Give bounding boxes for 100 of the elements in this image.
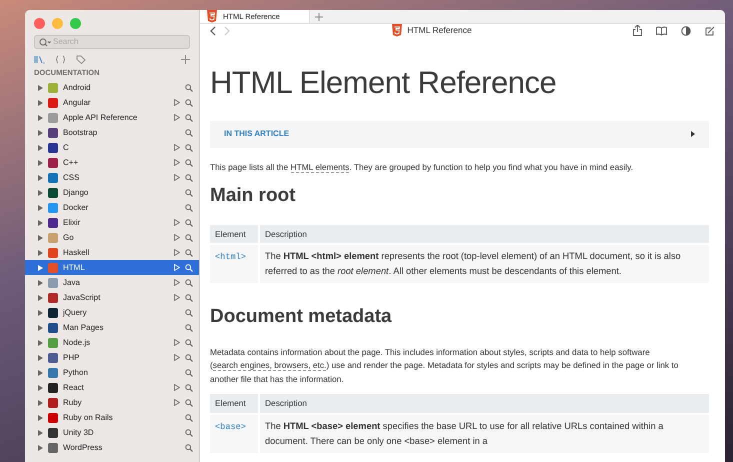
search-icon[interactable] [185, 428, 193, 437]
search-icon[interactable] [185, 444, 193, 452]
search-icon[interactable] [185, 98, 193, 107]
new-tab-icon[interactable] [315, 12, 323, 20]
play-icon[interactable] [174, 399, 180, 406]
search-icon[interactable] [185, 338, 193, 347]
tag-icon[interactable] [76, 55, 86, 64]
search-icon[interactable] [185, 204, 193, 212]
play-icon[interactable] [174, 219, 180, 226]
search-icon[interactable] [185, 294, 193, 302]
search-icon[interactable] [185, 84, 193, 92]
play-icon[interactable] [174, 279, 180, 286]
search-icon[interactable] [185, 398, 193, 407]
search-icon[interactable] [185, 354, 193, 362]
search-icon[interactable] [185, 234, 193, 242]
search-icon[interactable] [185, 128, 193, 137]
text-link[interactable]: search engines, browsers, etc. [212, 360, 326, 372]
expand-triangle-icon[interactable] [38, 264, 43, 271]
docset-item[interactable]: Man Pages [25, 320, 199, 336]
edit-icon[interactable] [705, 26, 715, 36]
expand-triangle-icon[interactable] [38, 400, 43, 406]
expand-triangle-icon[interactable] [38, 280, 43, 286]
play-icon[interactable] [174, 354, 180, 362]
contrast-icon[interactable] [681, 26, 691, 36]
text-link[interactable]: HTML elements [290, 162, 350, 172]
search-icon[interactable] [185, 384, 193, 392]
expand-triangle-icon[interactable] [38, 444, 43, 451]
play-icon[interactable] [174, 384, 180, 392]
expand-triangle-icon[interactable] [38, 384, 43, 391]
play-icon[interactable] [174, 174, 180, 182]
expand-triangle-icon[interactable] [38, 310, 43, 316]
search-icon[interactable] [185, 174, 193, 182]
play-icon[interactable] [174, 99, 180, 106]
play-icon[interactable] [174, 339, 180, 346]
docset-item[interactable]: Go [25, 230, 199, 246]
search-icon[interactable] [185, 188, 193, 197]
add-icon[interactable] [181, 55, 190, 64]
search-icon[interactable] [185, 114, 193, 122]
docset-item[interactable]: C++ [25, 155, 199, 170]
play-icon[interactable] [174, 249, 180, 256]
docset-item[interactable]: Haskell [25, 245, 199, 260]
play-icon[interactable] [174, 294, 180, 302]
search-icon[interactable] [185, 144, 193, 152]
close-button[interactable] [34, 18, 45, 29]
expand-triangle-icon[interactable] [38, 114, 43, 121]
docset-item[interactable]: PHP [25, 350, 199, 366]
expand-triangle-icon[interactable] [38, 130, 43, 136]
library-icon[interactable] [34, 55, 45, 64]
book-icon[interactable] [656, 26, 667, 36]
search-icon[interactable] [185, 158, 193, 167]
docset-item[interactable]: HTML [25, 260, 199, 276]
expand-triangle-icon[interactable] [38, 204, 43, 211]
docset-item[interactable]: JavaScript [25, 290, 199, 306]
expand-triangle-icon[interactable] [38, 294, 43, 301]
docset-item[interactable]: WordPress [25, 440, 199, 456]
expand-triangle-icon[interactable] [38, 324, 43, 331]
expand-triangle-icon[interactable] [38, 234, 43, 241]
expand-triangle-icon[interactable] [38, 174, 43, 181]
expand-triangle-icon[interactable] [38, 84, 43, 91]
docset-item[interactable]: C [25, 140, 199, 156]
expand-triangle-icon[interactable] [38, 370, 43, 376]
expand-triangle-icon[interactable] [38, 354, 43, 361]
braces-icon[interactable] [55, 55, 66, 64]
search-icon[interactable] [185, 324, 193, 332]
docset-item[interactable]: Bootstrap [25, 125, 199, 140]
docset-item[interactable]: Elixir [25, 215, 199, 230]
element-link[interactable]: <base> [215, 422, 246, 432]
toc-bar[interactable]: IN THIS ARTICLE [210, 120, 709, 148]
play-icon[interactable] [174, 159, 180, 166]
search-icon[interactable] [185, 264, 193, 272]
docset-item[interactable]: Django [25, 185, 199, 200]
search-icon[interactable] [185, 414, 193, 422]
play-icon[interactable] [174, 114, 180, 122]
docset-item[interactable]: Unity 3D [25, 425, 199, 440]
expand-triangle-icon[interactable] [38, 160, 43, 166]
play-icon[interactable] [174, 144, 180, 152]
search-icon[interactable] [185, 278, 193, 287]
docset-item[interactable]: Ruby on Rails [25, 410, 199, 426]
expand-triangle-icon[interactable] [38, 100, 43, 106]
expand-triangle-icon[interactable] [38, 430, 43, 436]
docset-item[interactable]: Node.js [25, 335, 199, 350]
docset-item[interactable]: React [25, 380, 199, 396]
docset-item[interactable]: Android [25, 80, 199, 96]
search-icon[interactable] [185, 218, 193, 227]
share-icon[interactable] [633, 25, 642, 36]
expand-triangle-icon[interactable] [38, 144, 43, 151]
search-icon[interactable] [185, 368, 193, 377]
back-icon[interactable] [210, 26, 216, 36]
docset-item[interactable]: Docker [25, 200, 199, 216]
docset-item[interactable]: Angular [25, 95, 199, 110]
search-icon[interactable] [185, 248, 193, 257]
docset-item[interactable]: CSS [25, 170, 199, 186]
expand-triangle-icon[interactable] [38, 250, 43, 256]
expand-triangle-icon[interactable] [38, 190, 43, 196]
element-link[interactable]: <html> [215, 252, 246, 262]
search-icon[interactable] [185, 308, 193, 317]
docset-item[interactable]: jQuery [25, 305, 199, 320]
docset-item[interactable]: Apple API Reference [25, 110, 199, 126]
docset-item[interactable]: Python [25, 365, 199, 380]
docset-item[interactable]: Java [25, 275, 199, 290]
